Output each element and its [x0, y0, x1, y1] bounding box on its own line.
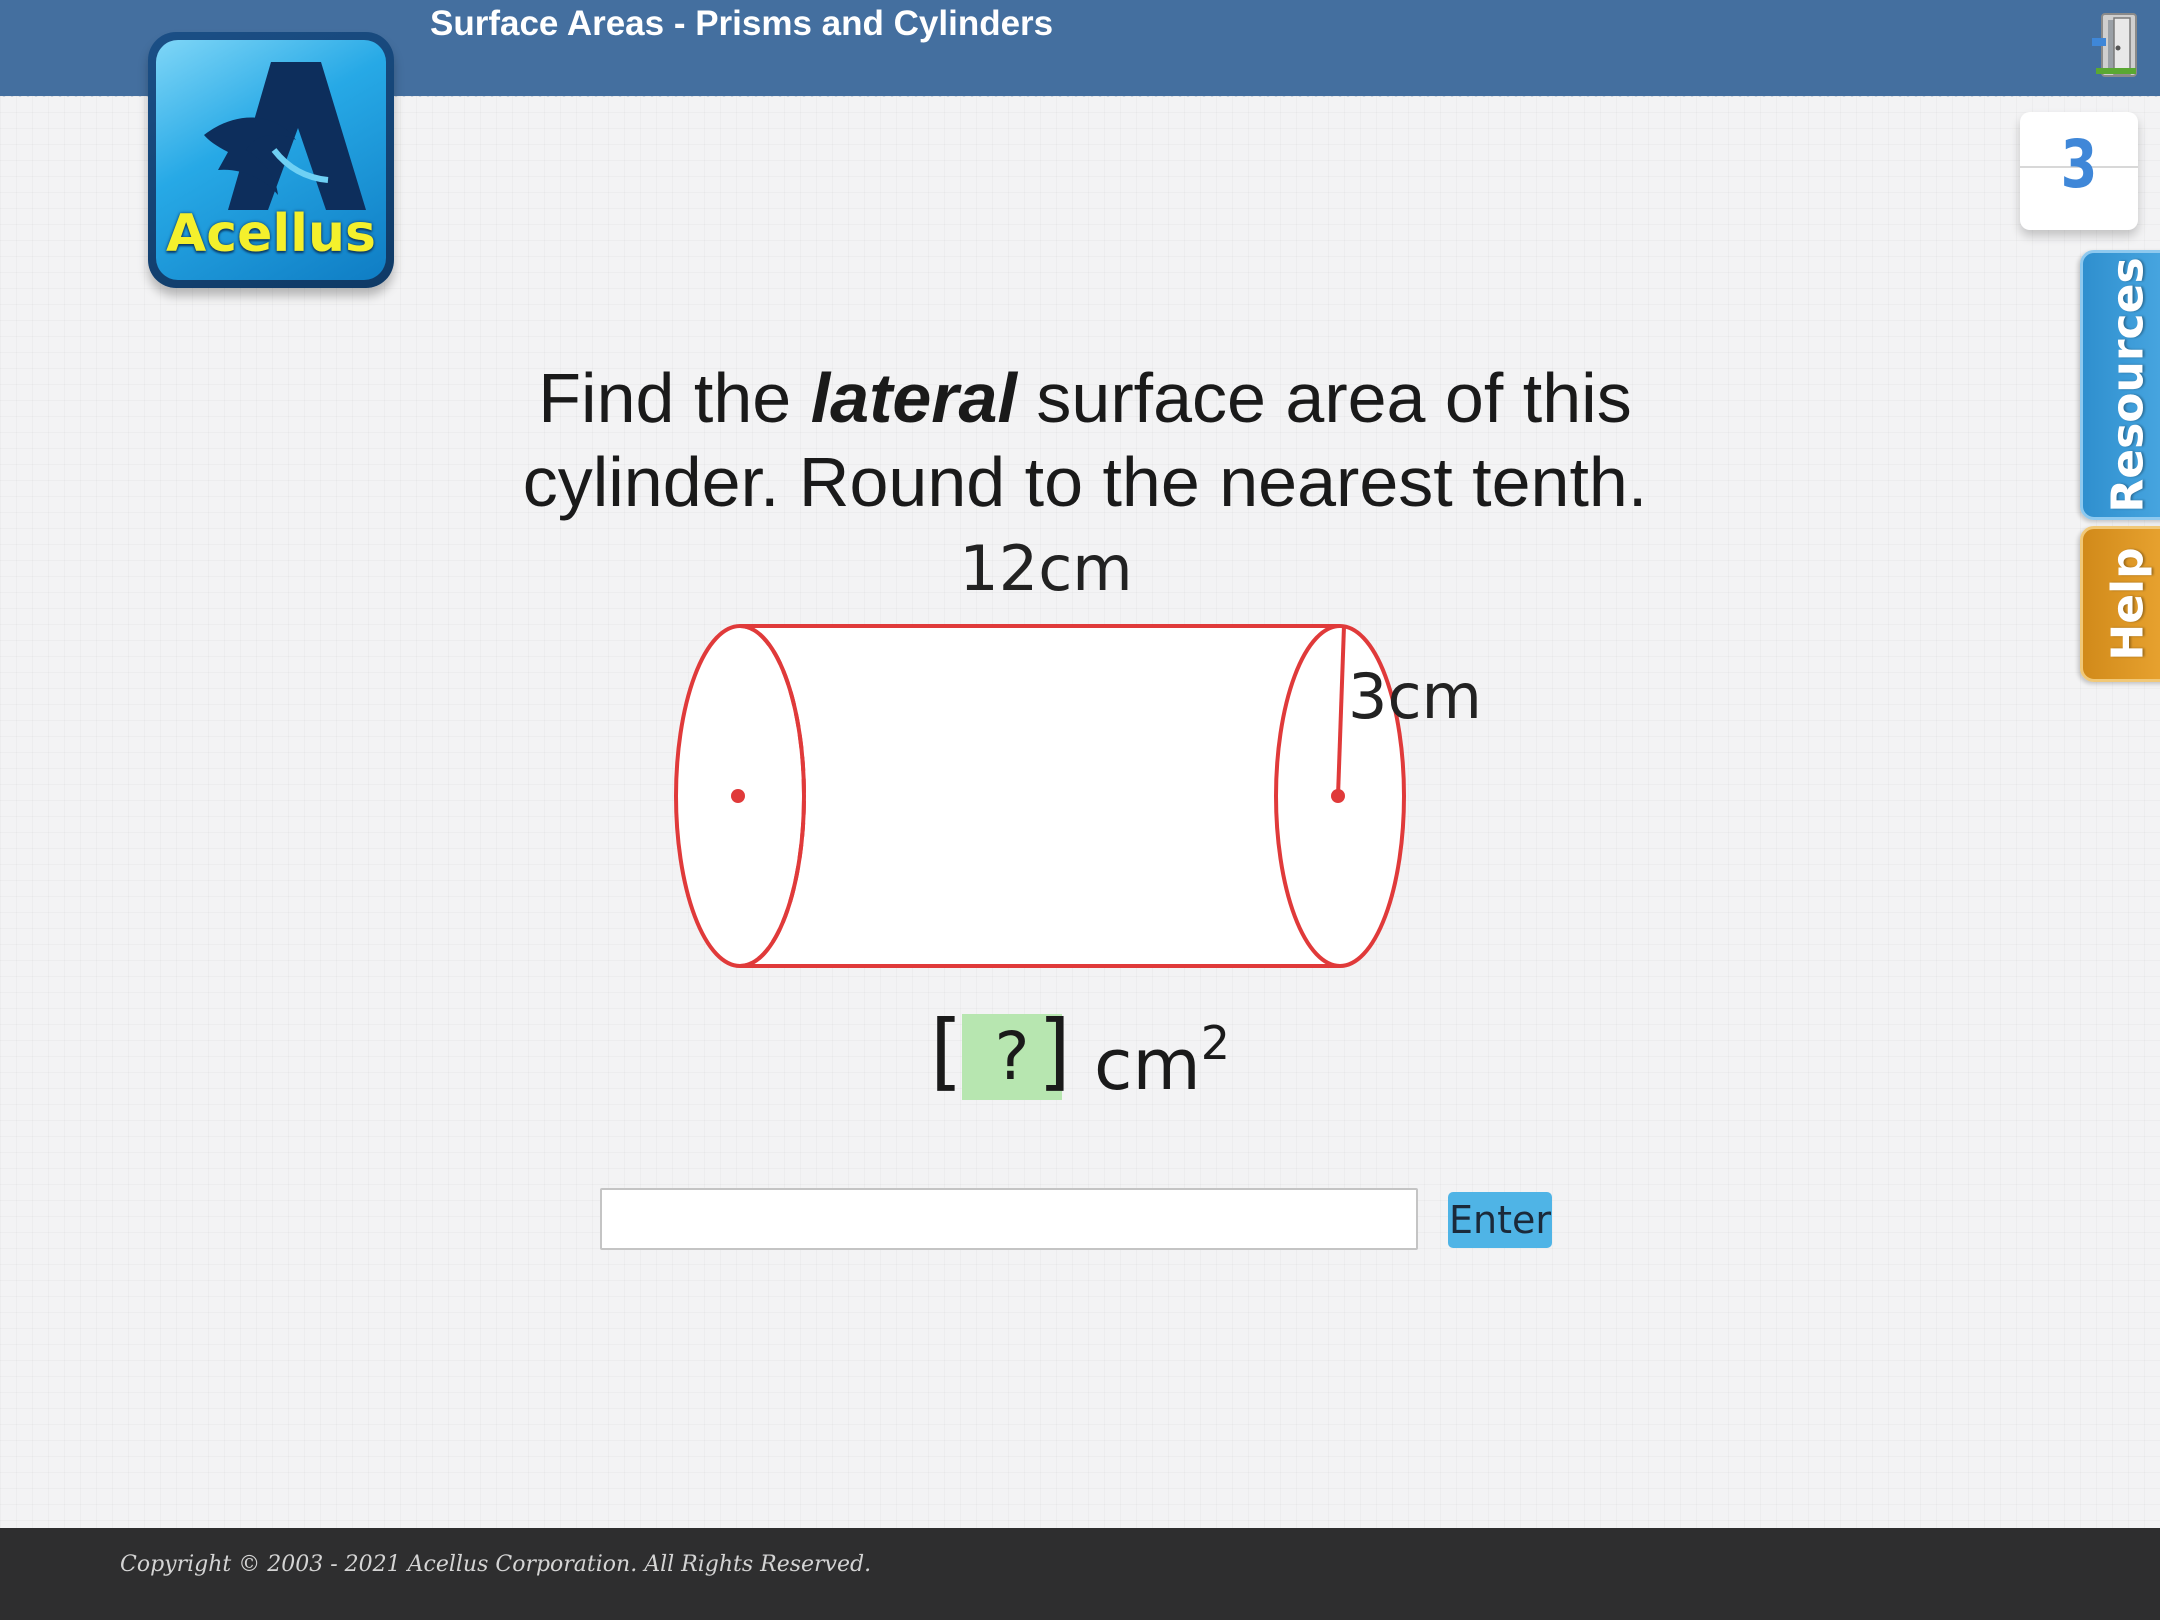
left-bracket: [: [930, 1002, 963, 1100]
acellus-logo: Acellus: [148, 32, 394, 288]
question-text: Find the lateral surface area of this cy…: [440, 356, 1730, 524]
length-label: 12cm: [959, 540, 1132, 605]
unit-exponent: 2: [1200, 1016, 1230, 1070]
enter-button[interactable]: Enter: [1448, 1192, 1552, 1248]
logo-text: Acellus: [166, 204, 376, 264]
right-bracket: ]: [1038, 1002, 1071, 1100]
answer-unit: cm2: [1094, 1016, 1230, 1106]
door-exit-icon[interactable]: [2088, 8, 2144, 80]
page-title: Surface Areas - Prisms and Cylinders: [430, 4, 1054, 43]
question-text-part1: Find the: [538, 359, 811, 437]
cylinder-diagram: 12cm 3cm: [674, 540, 1482, 968]
resources-tab-label: Resources: [2102, 257, 2154, 513]
question-emphasis: lateral: [810, 359, 1017, 437]
radius-label: 3cm: [1348, 660, 1482, 733]
left-center-dot: [731, 789, 745, 803]
score-counter: 3: [2020, 112, 2138, 230]
resources-tab[interactable]: Resources: [2080, 250, 2160, 520]
copyright-text: Copyright © 2003 - 2021 Acellus Corporat…: [120, 1552, 872, 1577]
help-tab-label: Help: [2102, 547, 2154, 661]
footer: Copyright © 2003 - 2021 Acellus Corporat…: [0, 1528, 2160, 1620]
answer-input[interactable]: [600, 1188, 1418, 1250]
unit-text: cm: [1094, 1024, 1201, 1106]
help-tab[interactable]: Help: [2080, 526, 2160, 682]
score-value: 3: [2060, 126, 2098, 203]
